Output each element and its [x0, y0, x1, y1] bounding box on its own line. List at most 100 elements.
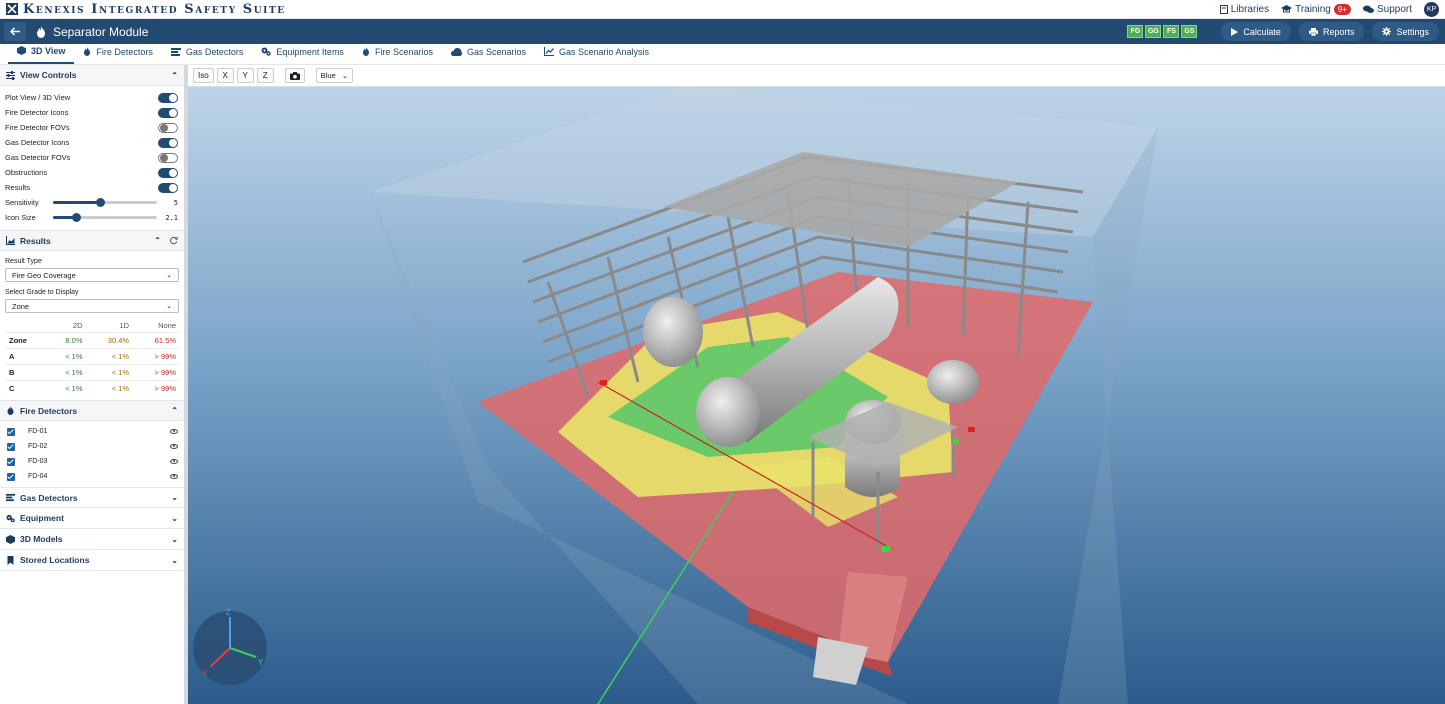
detector-checkbox[interactable] — [7, 457, 15, 466]
equipment-header[interactable]: Equipment ⌄ — [0, 508, 184, 529]
eye-icon[interactable] — [170, 444, 178, 449]
background-color-select[interactable]: Blue ⌄ — [315, 68, 353, 83]
cell-none: 61.5% — [133, 332, 180, 349]
back-button[interactable] — [4, 22, 26, 41]
tag-gg[interactable]: GG — [1145, 25, 1162, 38]
support-label: Support — [1376, 3, 1412, 15]
tag-fg[interactable]: FG — [1127, 25, 1144, 38]
toggle-label: Obstructions — [5, 168, 48, 177]
gas-detectors-header[interactable]: Gas Detectors ⌄ — [0, 487, 184, 508]
eye-icon[interactable] — [170, 474, 178, 479]
cell-none: > 99% — [133, 348, 180, 365]
toggle-switch[interactable] — [158, 92, 178, 103]
cell-2d: < 1% — [46, 380, 87, 396]
tab-equipment-items[interactable]: Equipment Items — [252, 43, 353, 64]
chevron-up-icon[interactable]: ⌃ — [171, 406, 178, 415]
vessel-left — [643, 297, 703, 367]
row-label: Zone — [5, 332, 47, 349]
chevron-down-icon[interactable]: ⌄ — [171, 514, 178, 523]
training-link[interactable]: Training 9+ — [1281, 3, 1351, 15]
detector-checkbox[interactable] — [7, 442, 15, 451]
user-avatar[interactable]: KP — [1424, 1, 1439, 17]
training-label: Training — [1295, 3, 1331, 15]
toggle-switch[interactable] — [158, 152, 178, 163]
calculate-button[interactable]: Calculate — [1221, 22, 1291, 41]
chevron-down-icon[interactable]: ⌄ — [171, 493, 178, 502]
flame-icon — [362, 47, 369, 56]
tab-gas-detectors[interactable]: Gas Detectors — [162, 43, 253, 64]
3d-scene[interactable]: Z X Y — [188, 87, 1445, 704]
tag-gs[interactable]: GS — [1181, 25, 1198, 38]
toggle-switch[interactable] — [158, 167, 178, 178]
panel-title: Results — [20, 235, 51, 246]
support-link[interactable]: Support — [1362, 3, 1412, 15]
fire-detector-fd-01[interactable] — [600, 380, 607, 385]
app-brand[interactable]: Kenexis Integrated Safety Suite — [0, 2, 286, 17]
slider-knob[interactable] — [95, 198, 105, 207]
chevron-down-icon: ⌄ — [166, 303, 172, 310]
detector-checkbox[interactable] — [7, 427, 15, 436]
panel-title: 3D Models — [20, 534, 63, 544]
training-badge: 9+ — [1333, 3, 1351, 15]
toggle-row-gas-detector-fovs: Gas Detector FOVs — [0, 150, 184, 165]
row-label: A — [5, 348, 47, 365]
tag-fs[interactable]: FS — [1163, 25, 1180, 38]
fire-detectors-header[interactable]: Fire Detectors ⌃ — [0, 400, 184, 421]
icon-size-slider[interactable] — [53, 213, 157, 222]
bookmark-icon — [7, 555, 14, 565]
book-icon — [1219, 4, 1228, 14]
3d-viewport[interactable]: Iso X Y Z Blue ⌄ Z X Y — [188, 65, 1445, 704]
tab-3d-view[interactable]: 3D View — [8, 43, 75, 64]
row-label: C — [5, 380, 47, 396]
eye-icon[interactable] — [170, 429, 178, 434]
settings-button[interactable]: Settings — [1372, 22, 1439, 41]
toggle-switch[interactable] — [158, 107, 178, 118]
toggle-switch[interactable] — [158, 122, 178, 133]
graduation-cap-icon — [1281, 5, 1293, 13]
toggle-row-obstructions: Obstructions — [0, 165, 184, 180]
stored-locations-header[interactable]: Stored Locations ⌄ — [0, 550, 184, 571]
toggle-row-fire-detector-icons: Fire Detector Icons — [0, 105, 184, 120]
chevron-up-icon[interactable]: ⌃ — [171, 71, 178, 80]
x-view-button[interactable]: X — [216, 68, 234, 83]
app-title: Kenexis Integrated Safety Suite — [23, 1, 286, 17]
sensitivity-slider[interactable] — [53, 198, 157, 207]
result-type-select[interactable]: Fire Geo Coverage ⌄ — [5, 268, 179, 282]
detector-label: FD-01 — [28, 428, 48, 435]
tab-fire-detectors[interactable]: Fire Detectors — [74, 43, 162, 64]
toggle-switch[interactable] — [158, 182, 178, 193]
eye-icon[interactable] — [170, 459, 178, 464]
list-item: FD-01 — [0, 424, 184, 439]
tab-gas-scenarios[interactable]: Gas Scenarios — [442, 43, 535, 64]
y-view-button[interactable]: Y — [236, 68, 254, 83]
table-header-row: 2D 1D None — [5, 319, 180, 333]
z-view-button[interactable]: Z — [256, 68, 274, 83]
tab-label: Gas Scenario Analysis — [559, 46, 650, 57]
chevron-up-icon[interactable]: ⌃ — [154, 236, 161, 245]
detector-checkbox[interactable] — [7, 472, 15, 481]
chevron-down-icon: ⌄ — [166, 272, 172, 279]
reports-button[interactable]: Reports — [1298, 22, 1365, 41]
libraries-link[interactable]: Libraries — [1219, 4, 1269, 15]
chevron-down-icon[interactable]: ⌄ — [171, 535, 178, 544]
gas-detector-icon — [170, 47, 181, 56]
view-controls-header[interactable]: View Controls ⌃ — [0, 65, 184, 86]
refresh-icon[interactable] — [169, 236, 178, 245]
screenshot-button[interactable] — [284, 68, 305, 83]
fire-detector-fd-03[interactable] — [953, 439, 959, 444]
slider-knob[interactable] — [71, 213, 81, 222]
grade-select[interactable]: Zone ⌄ — [5, 299, 179, 313]
view-toolbar: Iso X Y Z Blue ⌄ — [188, 65, 1445, 87]
3d-models-header[interactable]: 3D Models ⌄ — [0, 529, 184, 550]
slider-value: 2.1 — [165, 213, 178, 222]
toggle-switch[interactable] — [158, 137, 178, 148]
sidebar: View Controls ⌃ Plot View / 3D View Fire… — [0, 65, 185, 704]
iso-view-button[interactable]: Iso — [193, 68, 214, 83]
chevron-down-icon[interactable]: ⌄ — [171, 556, 178, 565]
select-value: Blue — [320, 71, 336, 80]
results-header[interactable]: Results ⌃ — [0, 230, 184, 251]
tab-fire-scenarios[interactable]: Fire Scenarios — [353, 43, 442, 64]
tab-gas-scenario-analysis[interactable]: Gas Scenario Analysis — [535, 43, 658, 64]
fire-detector-fd-04[interactable] — [882, 546, 890, 552]
fire-detector-fd-02[interactable] — [968, 427, 975, 432]
